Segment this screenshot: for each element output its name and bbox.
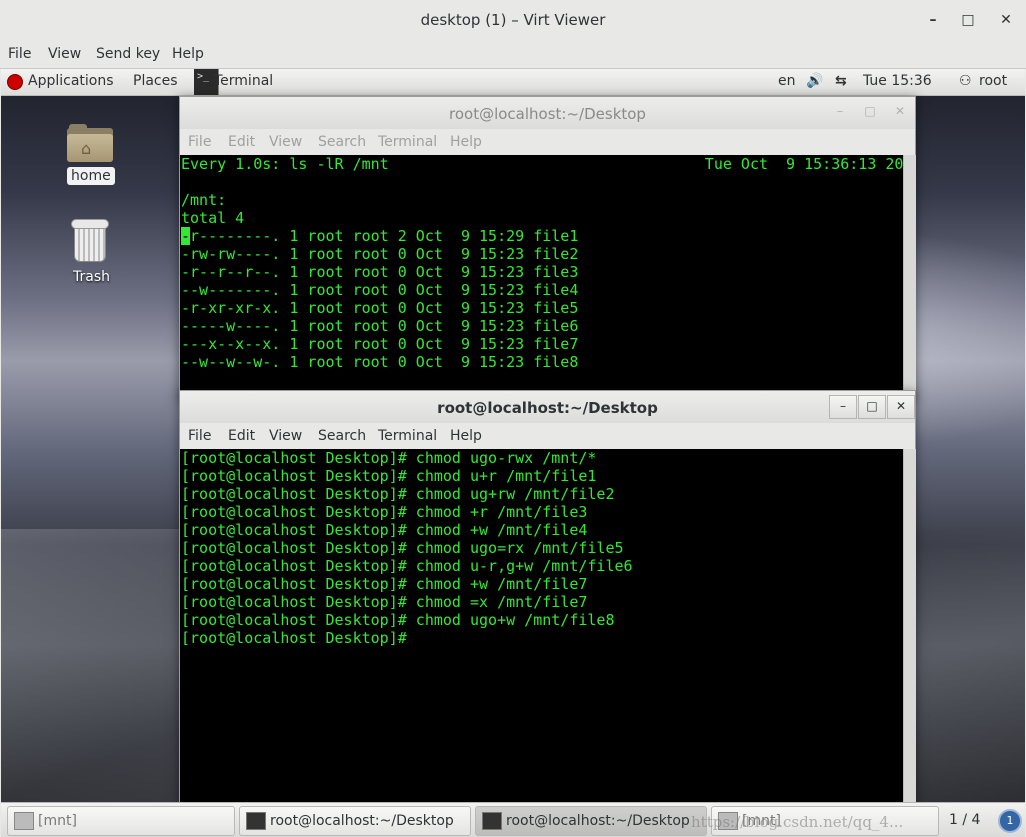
terminal-menubar: File Edit View Search Terminal Help: [180, 423, 915, 450]
output-line: --w-------. 1 root root 0 Oct 9 15:23 fi…: [181, 281, 579, 299]
workspace-pager[interactable]: 1 / 4: [949, 812, 980, 828]
menu-help[interactable]: Help: [450, 428, 482, 444]
command-line: [root@localhost Desktop]# chmod +w /mnt/…: [181, 521, 588, 539]
network-icon[interactable]: ⇆: [835, 73, 847, 89]
window-icon: [14, 812, 34, 830]
task-label: [mnt]: [38, 813, 77, 829]
notification-icon[interactable]: 1: [998, 809, 1022, 833]
output-line: ---x--x--x. 1 root root 0 Oct 9 15:23 fi…: [181, 335, 579, 353]
output-line: -r--r--r--. 1 root root 0 Oct 9 15:23 fi…: [181, 263, 579, 281]
terminal-window-watch[interactable]: root@localhost:~/Desktop – □ ✕ File Edit…: [179, 96, 916, 398]
cursor: -: [181, 227, 191, 245]
virt-viewer-menubar: File View Send key Help: [0, 40, 1026, 69]
menu-edit[interactable]: Edit: [228, 428, 255, 444]
menu-file[interactable]: File: [8, 46, 31, 62]
terminal-title: root@localhost:~/Desktop: [449, 105, 646, 123]
applications-menu[interactable]: Applications: [28, 73, 114, 89]
command-line: [root@localhost Desktop]# chmod u-r,g+w …: [181, 557, 633, 575]
user-icon[interactable]: ⚇: [959, 73, 972, 89]
volume-icon[interactable]: 🔊: [806, 73, 823, 89]
home-folder-label[interactable]: home: [67, 167, 115, 185]
prompt-line[interactable]: [root@localhost Desktop]#: [180, 629, 903, 647]
output-line: -rw-rw----. 1 root root 0 Oct 9 15:23 fi…: [181, 245, 579, 263]
menu-help[interactable]: Help: [172, 46, 204, 62]
output-line-rest: r--------. 1 root root 2 Oct 9 15:29 fil…: [190, 227, 579, 245]
watermark: https://blog.csdn.net/qq_4...: [691, 813, 904, 831]
output-line: total 4: [181, 209, 245, 227]
window-title: desktop (1) – Virt Viewer: [420, 11, 606, 29]
task-label: root@localhost:~/Desktop: [270, 813, 454, 829]
terminal-icon: [482, 812, 502, 830]
close-button[interactable]: ✕: [887, 101, 913, 123]
trash-icon[interactable]: [71, 217, 109, 262]
menu-edit[interactable]: Edit: [228, 134, 255, 150]
minimize-button[interactable]: –: [827, 101, 853, 123]
gnome-top-panel: Applications Places Terminal en 🔊 ⇆ Tue …: [1, 69, 1025, 96]
maximize-button[interactable]: □: [857, 101, 883, 123]
virt-viewer-titlebar: desktop (1) – Virt Viewer – □ ✕: [0, 0, 1026, 41]
command-line: [root@localhost Desktop]# chmod ugo=rx /…: [181, 539, 624, 557]
command-line: [root@localhost Desktop]# chmod ugo+w /m…: [181, 611, 615, 629]
menu-send-key[interactable]: Send key: [96, 46, 160, 62]
menu-search[interactable]: Search: [318, 428, 366, 444]
task-terminal-2[interactable]: root@localhost:~/Desktop: [475, 806, 707, 836]
trash-label[interactable]: Trash: [73, 269, 110, 285]
scrollbar[interactable]: [903, 155, 916, 397]
output-line: -r-xr-xr-x. 1 root root 0 Oct 9 15:23 fi…: [181, 299, 579, 317]
task-terminal-1[interactable]: root@localhost:~/Desktop: [239, 806, 471, 836]
command-line: [root@localhost Desktop]# chmod ugo-rwx …: [181, 449, 597, 467]
terminal-window-chmod[interactable]: root@localhost:~/Desktop – □ ✕ File Edit…: [179, 390, 916, 804]
terminal-titlebar[interactable]: root@localhost:~/Desktop – □ ✕: [180, 391, 915, 423]
language-indicator[interactable]: en: [778, 73, 796, 89]
task-label: root@localhost:~/Desktop: [506, 813, 690, 829]
home-folder-icon[interactable]: ⌂: [67, 124, 113, 162]
guest-display[interactable]: Applications Places Terminal en 🔊 ⇆ Tue …: [1, 69, 1025, 837]
terminal-title: root@localhost:~/Desktop: [437, 399, 658, 417]
terminal-icon: [246, 812, 266, 830]
close-button[interactable]: ✕: [887, 395, 915, 419]
command-line: [root@localhost Desktop]# chmod u+r /mnt…: [181, 467, 597, 485]
terminal-menubar: File Edit View Search Terminal Help: [180, 129, 915, 156]
menu-search[interactable]: Search: [318, 134, 366, 150]
maximize-button[interactable]: □: [858, 395, 886, 419]
output-line: /mnt:: [181, 191, 227, 209]
maximize-button[interactable]: □: [957, 9, 979, 31]
output-line: Every 1.0s: ls -lR /mnt Tue Oct 9 15:36:…: [181, 155, 903, 173]
scrollbar[interactable]: [903, 449, 916, 803]
user-menu[interactable]: root: [979, 73, 1007, 89]
minimize-button[interactable]: –: [922, 9, 944, 31]
minimize-button[interactable]: –: [829, 395, 857, 419]
terminal-output[interactable]: [root@localhost Desktop]# chmod ugo-rwx …: [180, 449, 903, 803]
menu-terminal[interactable]: Terminal: [378, 428, 437, 444]
menu-view[interactable]: View: [269, 134, 302, 150]
menu-view[interactable]: View: [269, 428, 302, 444]
menu-terminal[interactable]: Terminal: [378, 134, 437, 150]
command-line: [root@localhost Desktop]# chmod +r /mnt/…: [181, 503, 588, 521]
menu-view[interactable]: View: [48, 46, 81, 62]
redhat-logo-icon: [7, 74, 23, 90]
terminal-output[interactable]: Every 1.0s: ls -lR /mnt Tue Oct 9 15:36:…: [180, 155, 903, 397]
output-line: -----w----. 1 root root 0 Oct 9 15:23 fi…: [181, 317, 579, 335]
places-menu[interactable]: Places: [133, 73, 178, 89]
close-button[interactable]: ✕: [995, 9, 1017, 31]
terminal-titlebar[interactable]: root@localhost:~/Desktop – □ ✕: [180, 97, 915, 129]
command-line: [root@localhost Desktop]# chmod =x /mnt/…: [181, 593, 588, 611]
output-line: --w--w--w-. 1 root root 0 Oct 9 15:23 fi…: [181, 353, 579, 371]
task-mnt-1[interactable]: [mnt]: [7, 806, 235, 836]
menu-help[interactable]: Help: [450, 134, 482, 150]
command-line: [root@localhost Desktop]# chmod ug+rw /m…: [181, 485, 615, 503]
active-app-label[interactable]: Terminal: [214, 73, 273, 89]
clock[interactable]: Tue 15:36: [863, 73, 932, 89]
output-line: -r--------. 1 root root 2 Oct 9 15:29 fi…: [180, 227, 903, 245]
menu-file[interactable]: File: [188, 428, 211, 444]
command-line: [root@localhost Desktop]# chmod +w /mnt/…: [181, 575, 588, 593]
menu-file[interactable]: File: [188, 134, 211, 150]
